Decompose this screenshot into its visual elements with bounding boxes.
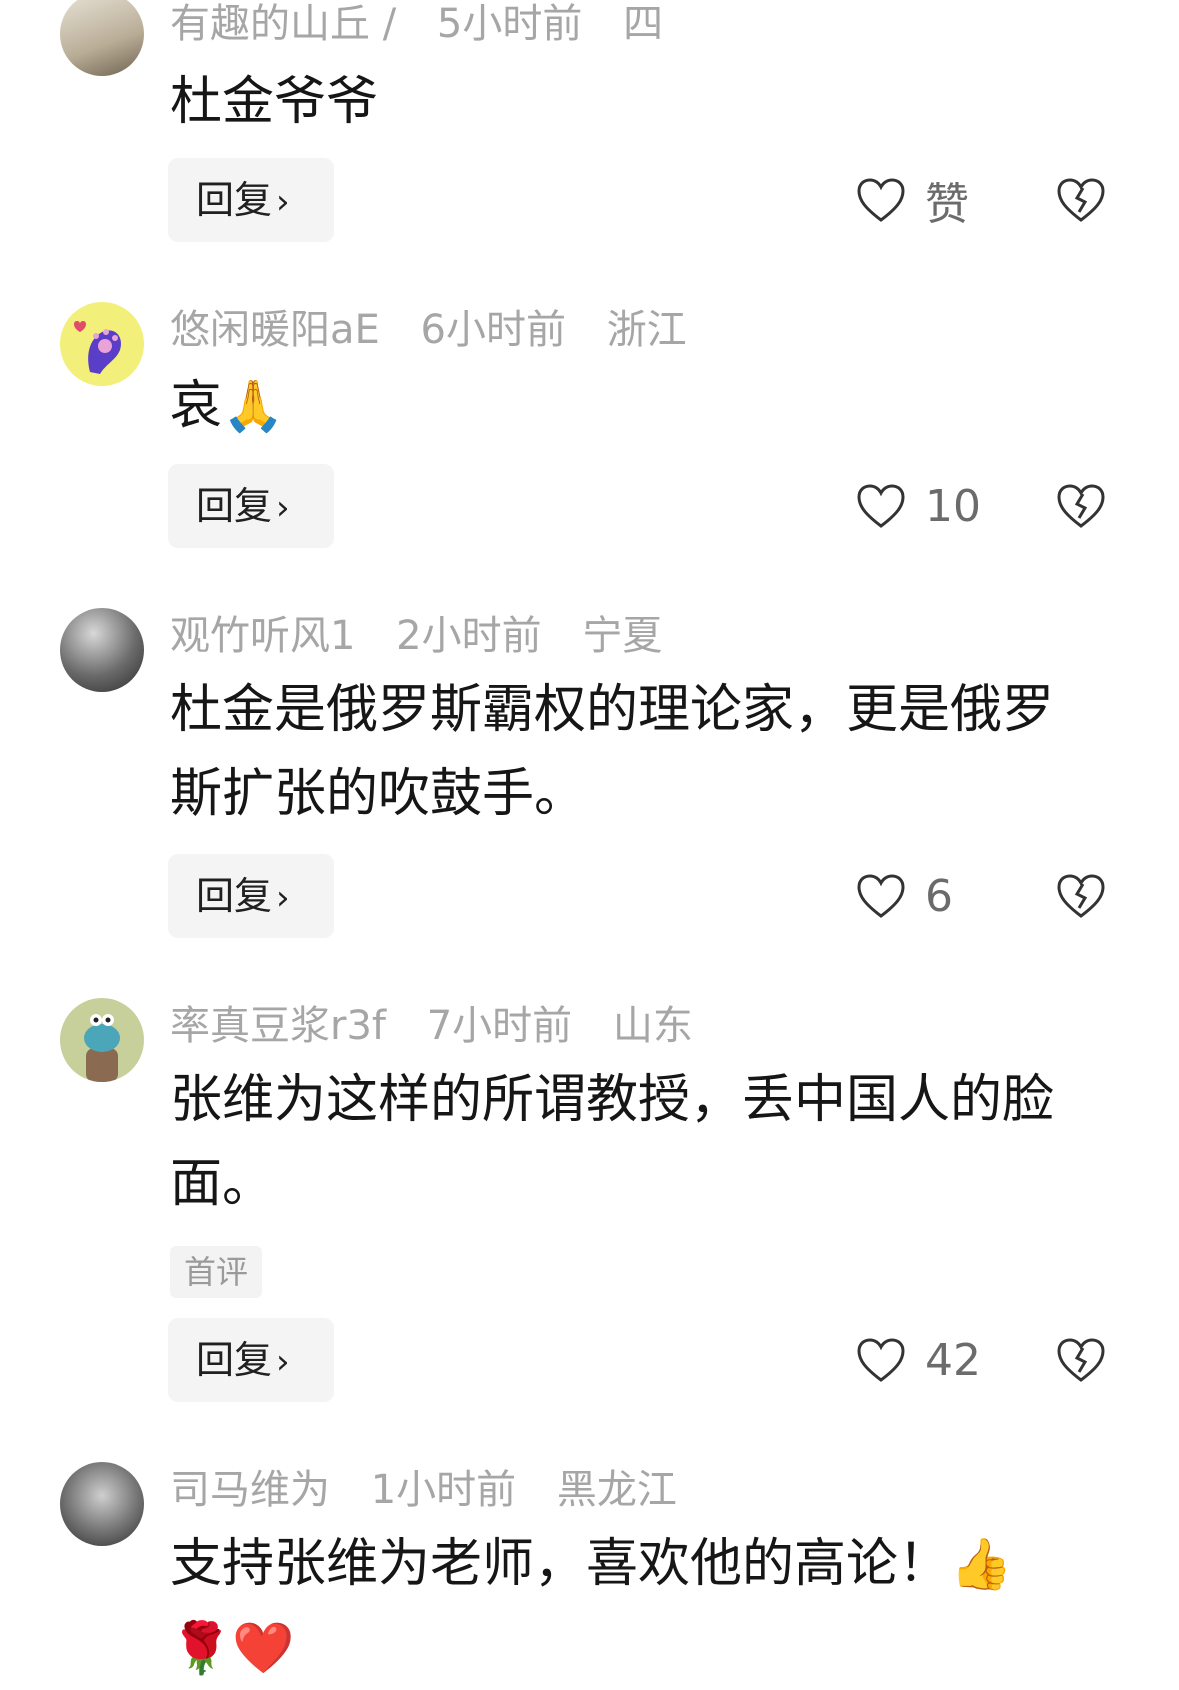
chevron-right-icon: › [276, 878, 290, 918]
timestamp: 7小时前 [426, 1003, 573, 1049]
heart-outline-icon [857, 874, 905, 918]
location: 四 [623, 1, 664, 47]
comment-text-body: 哀 [170, 376, 223, 436]
reply-label: 回复 [196, 484, 273, 528]
like-count: 赞 [925, 179, 969, 230]
paw-icon [74, 321, 122, 374]
reply-button[interactable]: 回复 › [168, 1318, 334, 1402]
heart-outline-icon [857, 1338, 905, 1382]
location: 浙江 [606, 307, 687, 353]
comment-text: 张维为这样的所谓教授，丢中国人的脸面。 [170, 1070, 1055, 1214]
rose-emoji: 🌹 [170, 1619, 233, 1677]
like-button[interactable]: 10 [855, 464, 981, 548]
broken-heart-icon [1057, 178, 1105, 222]
chevron-right-icon: › [276, 488, 290, 528]
comment-meta: 司马维为 1小时前 黑龙江 [170, 1466, 705, 1514]
like-count: 10 [925, 480, 981, 532]
comment-meta: 率真豆浆r3f 7小时前 山东 [170, 1002, 721, 1050]
location: 黑龙江 [556, 1467, 677, 1513]
dislike-button[interactable] [1055, 854, 1107, 938]
heart-outline-icon [857, 484, 905, 528]
folded-hands-emoji: 🙏 [222, 377, 285, 435]
avatar[interactable] [60, 608, 144, 692]
avatar[interactable] [60, 302, 144, 386]
comment-meta: 有趣的山丘 / 5小时前 四 [170, 0, 691, 48]
character-avatar-icon [84, 1014, 120, 1082]
dislike-button[interactable] [1055, 464, 1107, 548]
username[interactable]: 悠闲暖阳aE [170, 307, 380, 353]
like-button[interactable]: 42 [855, 1318, 981, 1402]
timestamp: 6小时前 [420, 307, 566, 353]
chevron-right-icon: › [276, 182, 290, 222]
red-heart-emoji: ❤️ [232, 1619, 295, 1677]
reply-button[interactable]: 回复 › [168, 464, 334, 548]
username[interactable]: 有趣的山丘 / [170, 1, 396, 47]
avatar[interactable] [60, 0, 144, 76]
avatar[interactable] [60, 1462, 144, 1546]
broken-heart-icon [1057, 484, 1105, 528]
like-button[interactable]: 6 [855, 854, 953, 938]
thumbs-up-emoji: 👍 [950, 1535, 1013, 1593]
location: 宁夏 [582, 613, 663, 659]
reply-button[interactable]: 回复 › [168, 854, 334, 938]
broken-heart-icon [1057, 1338, 1105, 1382]
reply-label: 回复 [196, 178, 273, 222]
reply-label: 回复 [196, 1338, 273, 1382]
comment-text: 哀🙏 [170, 364, 1100, 448]
comment-text: 支持张维为老师，喜欢他的高论！👍 🌹❤️ [170, 1522, 1100, 1690]
timestamp: 2小时前 [396, 613, 542, 659]
dislike-button[interactable] [1055, 158, 1107, 242]
reply-button[interactable]: 回复 › [168, 158, 334, 242]
avatar[interactable] [60, 998, 144, 1082]
timestamp: 5小时前 [436, 1, 583, 47]
username[interactable]: 观竹听风1 [170, 613, 355, 659]
chevron-right-icon: › [276, 1342, 290, 1382]
like-count: 6 [925, 870, 953, 922]
like-button[interactable]: 赞 [855, 158, 969, 242]
timestamp: 1小时前 [370, 1467, 517, 1513]
comment-meta: 观竹听风1 2小时前 宁夏 [170, 612, 690, 660]
like-count: 42 [925, 1334, 981, 1386]
location: 山东 [612, 1003, 693, 1049]
broken-heart-icon [1057, 874, 1105, 918]
comment-meta: 悠闲暖阳aE 6小时前 浙江 [170, 306, 715, 354]
comment-text-body: 支持张维为老师，喜欢他的高论！ [170, 1534, 951, 1594]
first-comment-badge: 首评 [170, 1246, 263, 1298]
reply-label: 回复 [196, 874, 273, 918]
heart-outline-icon [857, 178, 905, 222]
comment-text: 杜金爷爷 [170, 72, 379, 132]
comment-text: 杜金是俄罗斯霸权的理论家，更是俄罗斯扩张的吹鼓手。 [170, 680, 1055, 824]
dislike-button[interactable] [1055, 1318, 1107, 1402]
username[interactable]: 率真豆浆r3f [170, 1003, 386, 1049]
username[interactable]: 司马维为 [170, 1467, 330, 1513]
